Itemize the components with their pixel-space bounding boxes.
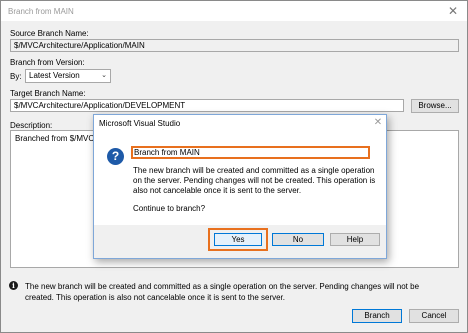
- title-bar: Branch from MAIN ✕: [1, 1, 467, 21]
- version-type-select[interactable]: Latest Version ⌄: [25, 69, 111, 83]
- version-type-value: Latest Version: [29, 71, 80, 80]
- target-branch-input[interactable]: $/MVCArchitecture/Application/DEVELOPMEN…: [10, 99, 404, 112]
- window-title: Branch from MAIN: [8, 7, 74, 16]
- yes-button-highlight: Yes: [208, 228, 268, 251]
- source-branch-label: Source Branch Name:: [10, 29, 89, 38]
- dialog-heading: Branch from MAIN: [131, 146, 370, 159]
- description-text: Branched from $/MVCA: [15, 134, 100, 143]
- dialog-close-icon[interactable]: ✕: [372, 117, 384, 129]
- chevron-down-icon: ⌄: [101, 72, 107, 79]
- by-label: By:: [10, 72, 22, 81]
- branch-button[interactable]: Branch: [352, 309, 402, 323]
- no-button[interactable]: No: [272, 233, 324, 246]
- branch-from-version-label: Branch from Version:: [10, 58, 85, 67]
- close-icon[interactable]: ✕: [446, 4, 460, 18]
- confirm-dialog: Microsoft Visual Studio ✕ ? Branch from …: [93, 114, 387, 259]
- dialog-title: Microsoft Visual Studio: [99, 119, 181, 128]
- help-button[interactable]: Help: [330, 233, 380, 246]
- info-icon: i: [9, 281, 18, 290]
- target-branch-label: Target Branch Name:: [10, 89, 86, 98]
- description-label: Description:: [10, 121, 53, 130]
- dialog-button-bar: Yes No Help: [94, 225, 386, 258]
- source-branch-field: $/MVCArchitecture/Application/MAIN: [10, 39, 459, 52]
- dialog-question: Continue to branch?: [133, 204, 206, 213]
- dialog-message: The new branch will be created and commi…: [133, 166, 376, 195]
- browse-button[interactable]: Browse...: [411, 99, 459, 113]
- cancel-button[interactable]: Cancel: [409, 309, 459, 323]
- info-message: The new branch will be created and commi…: [25, 282, 420, 302]
- yes-button[interactable]: Yes: [214, 233, 262, 246]
- question-icon: ?: [107, 148, 124, 165]
